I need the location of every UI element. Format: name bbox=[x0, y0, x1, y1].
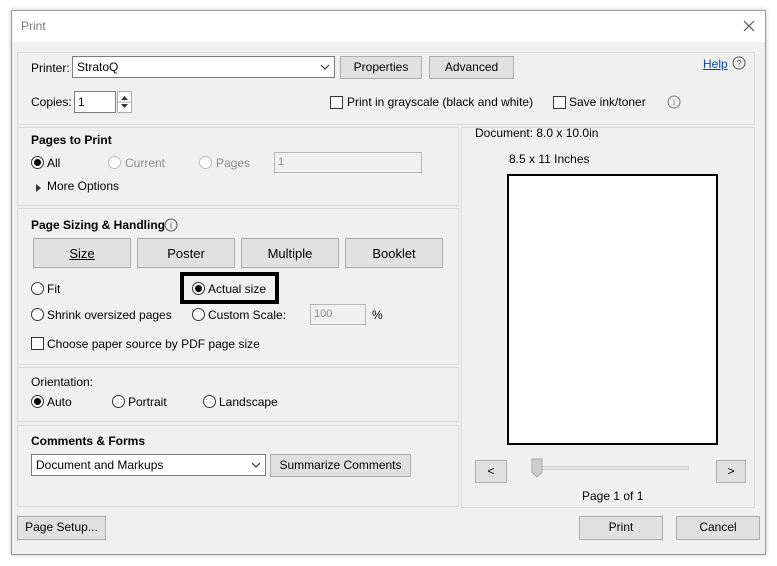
actual-size-radio[interactable] bbox=[192, 282, 205, 295]
pages-label: Pages bbox=[216, 156, 251, 170]
copies-input[interactable]: 1 bbox=[74, 91, 116, 113]
shrink-label: Shrink oversized pages bbox=[47, 308, 172, 322]
page-sizing-heading: Page Sizing & Handling bbox=[31, 218, 166, 232]
page-slider-track[interactable] bbox=[537, 466, 689, 470]
expand-triangle-icon[interactable] bbox=[35, 182, 43, 192]
portrait-radio[interactable] bbox=[112, 395, 125, 408]
info-icon[interactable]: i bbox=[667, 95, 681, 109]
pages-radio[interactable] bbox=[199, 156, 212, 169]
advanced-button[interactable]: Advanced bbox=[429, 56, 514, 79]
poster-tab[interactable]: Poster bbox=[137, 238, 235, 268]
page-preview bbox=[507, 174, 718, 445]
title-bar: Print bbox=[12, 11, 765, 42]
orientation-heading: Orientation: bbox=[31, 375, 94, 389]
svg-text:?: ? bbox=[736, 59, 741, 69]
landscape-label: Landscape bbox=[219, 395, 278, 409]
actual-size-label: Actual size bbox=[208, 282, 267, 296]
save-ink-label: Save ink/toner bbox=[569, 95, 646, 109]
document-size: Document: 8.0 x 10.0in bbox=[475, 126, 599, 140]
size-tab[interactable]: Size bbox=[33, 238, 131, 268]
all-label: All bbox=[47, 156, 61, 170]
printer-select[interactable]: StratoQ bbox=[72, 56, 335, 78]
page-setup-button[interactable]: Page Setup... bbox=[17, 516, 106, 540]
shrink-radio[interactable] bbox=[31, 308, 44, 321]
print-button[interactable]: Print bbox=[579, 516, 663, 540]
chevron-down-icon bbox=[316, 57, 334, 77]
all-radio[interactable] bbox=[31, 156, 44, 169]
comments-select[interactable]: Document and Markups bbox=[31, 454, 266, 476]
prev-page-button[interactable]: < bbox=[475, 460, 507, 483]
printer-selected-value: StratoQ bbox=[77, 60, 119, 74]
custom-scale-label: Custom Scale: bbox=[208, 308, 287, 322]
fit-label: Fit bbox=[47, 282, 61, 296]
next-page-button[interactable]: > bbox=[716, 460, 746, 483]
help-icon[interactable]: ? bbox=[732, 56, 746, 70]
svg-text:i: i bbox=[673, 98, 675, 108]
page-slider-handle[interactable] bbox=[531, 458, 543, 478]
more-options-toggle[interactable]: More Options bbox=[47, 179, 119, 193]
current-label: Current bbox=[125, 156, 166, 170]
auto-label: Auto bbox=[47, 395, 72, 409]
paper-source-checkbox[interactable] bbox=[31, 337, 44, 350]
grayscale-checkbox[interactable] bbox=[330, 96, 343, 109]
print-dialog: Print Printer: StratoQ Properties Advanc… bbox=[11, 10, 766, 555]
info-icon[interactable]: i bbox=[164, 218, 178, 232]
landscape-radio[interactable] bbox=[203, 395, 216, 408]
pages-to-print-heading: Pages to Print bbox=[31, 133, 112, 147]
pages-range-input[interactable]: 1 bbox=[274, 152, 422, 173]
portrait-label: Portrait bbox=[128, 395, 167, 409]
page-indicator: Page 1 of 1 bbox=[582, 489, 644, 503]
save-ink-checkbox[interactable] bbox=[553, 96, 566, 109]
close-icon[interactable] bbox=[740, 17, 758, 35]
comments-selected-value: Document and Markups bbox=[36, 458, 164, 472]
custom-scale-input[interactable]: 100 bbox=[310, 304, 366, 325]
properties-button[interactable]: Properties bbox=[340, 56, 422, 79]
cancel-button[interactable]: Cancel bbox=[676, 516, 760, 540]
custom-scale-radio[interactable] bbox=[192, 308, 205, 321]
comments-heading: Comments & Forms bbox=[31, 434, 146, 448]
svg-text:i: i bbox=[170, 221, 172, 231]
booklet-tab[interactable]: Booklet bbox=[345, 238, 443, 268]
fit-radio[interactable] bbox=[31, 282, 44, 295]
auto-radio[interactable] bbox=[31, 395, 44, 408]
paper-source-label: Choose paper source by PDF page size bbox=[47, 337, 260, 351]
multiple-tab[interactable]: Multiple bbox=[241, 238, 339, 268]
percent-sign: % bbox=[372, 308, 383, 322]
printer-label: Printer: bbox=[31, 61, 70, 75]
copies-label: Copies: bbox=[31, 95, 72, 109]
help-link[interactable]: Help bbox=[703, 57, 728, 71]
chevron-down-icon bbox=[247, 455, 265, 475]
window-title: Print bbox=[21, 19, 46, 33]
summarize-comments-button[interactable]: Summarize Comments bbox=[270, 454, 411, 477]
grayscale-label: Print in grayscale (black and white) bbox=[347, 95, 534, 109]
copies-stepper[interactable] bbox=[117, 91, 132, 113]
current-radio[interactable] bbox=[108, 156, 121, 169]
paper-size: 8.5 x 11 Inches bbox=[509, 152, 590, 166]
